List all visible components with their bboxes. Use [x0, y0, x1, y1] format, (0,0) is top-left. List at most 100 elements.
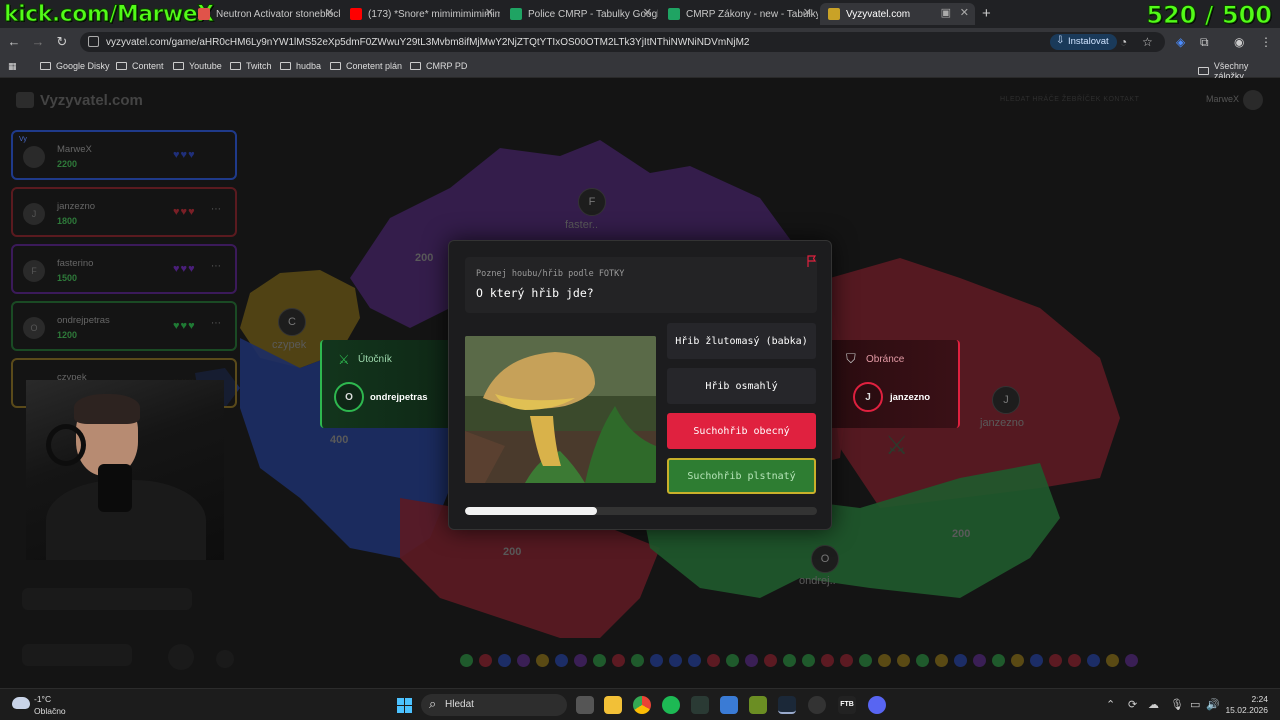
back-icon[interactable]: ←	[6, 34, 22, 49]
answer-button-2[interactable]: Hřib osmahlý	[667, 368, 816, 404]
volume-icon[interactable]: 🔊	[1206, 698, 1220, 711]
windows-start-icon[interactable]	[397, 698, 412, 713]
round-dot	[878, 654, 891, 667]
chrome-icon[interactable]	[633, 696, 651, 714]
tab-neutron[interactable]: Neutron Activator stoneblock 4 ✕	[190, 3, 340, 25]
round-dot	[479, 654, 492, 667]
file-explorer-icon[interactable]	[604, 696, 622, 714]
incognito-icon[interactable]: ◔	[1120, 35, 1127, 49]
answer-button-4[interactable]: Suchohřib plstnatý	[667, 458, 816, 494]
map-region-avatar[interactable]: F	[578, 188, 606, 216]
player-avatar	[23, 146, 45, 168]
bottom-control[interactable]	[22, 644, 132, 666]
chat-input-placeholder[interactable]	[22, 588, 192, 610]
excel-icon[interactable]	[691, 696, 709, 714]
tab-zakony-sheet[interactable]: CMRP Zákony - new - Tabulky G ✕	[660, 3, 818, 25]
reload-icon[interactable]: ↻	[54, 34, 70, 50]
profile-avatar-icon[interactable]: ◉	[1234, 35, 1244, 49]
site-info-icon[interactable]	[88, 36, 99, 47]
webcam-hair	[74, 394, 140, 424]
bookmark-cmrp-pd[interactable]: CMRP PD	[410, 61, 467, 71]
folder-icon	[280, 62, 291, 70]
player-score: 1200	[57, 330, 78, 340]
map-value-label: 400	[330, 434, 349, 446]
forward-icon[interactable]: →	[30, 34, 46, 49]
player-avatar: F	[23, 260, 45, 282]
url-field[interactable]: vyzyvatel.com/game/aHR0cHM6Ly9nYW1lMS52e…	[80, 32, 1165, 52]
more-icon[interactable]: ⋯	[211, 204, 221, 215]
defender-avatar: J	[853, 382, 883, 412]
tab-vyzyvatel[interactable]: Vyzyvatel.com ▣ ✕	[820, 3, 975, 25]
mute-icon[interactable]: ▣	[941, 6, 951, 19]
attacker-name: ondrejpetras	[370, 392, 428, 403]
player-score: 1800	[57, 216, 78, 226]
microphone-icon[interactable]: 🎙	[1170, 698, 1184, 711]
fivem-icon[interactable]: FTB	[838, 696, 856, 714]
network-icon[interactable]: ▭	[1190, 698, 1200, 711]
bookmark-label: Youtube	[189, 61, 222, 71]
tab-label: (173) *Snore* mimimimimimimi	[368, 8, 500, 20]
extensions-puzzle-icon[interactable]: ⧉	[1200, 35, 1209, 50]
answer-button-3[interactable]: Suchohřib obecný	[667, 413, 816, 449]
close-icon[interactable]: ✕	[325, 6, 334, 19]
tab-youtube[interactable]: (173) *Snore* mimimimimimimi ✕	[342, 3, 500, 25]
map-value-label: 200	[415, 252, 434, 264]
bookmark-content[interactable]: Content	[116, 61, 164, 71]
tray-overflow-icon[interactable]: ⌃	[1106, 698, 1115, 711]
map-region-owner: janzezno	[980, 417, 1025, 429]
bottom-round-button[interactable]	[168, 644, 194, 670]
task-view-icon[interactable]	[576, 696, 594, 714]
cloud-icon[interactable]	[12, 697, 30, 709]
taskbar-clock[interactable]: 2:24 15.02.2026	[1225, 694, 1268, 716]
menu-kebab-icon[interactable]: ⋮	[1260, 35, 1272, 49]
taskbar-search[interactable]: Hledat	[421, 694, 567, 716]
spotify-icon[interactable]	[662, 696, 680, 714]
discord-icon[interactable]	[868, 696, 886, 714]
bookmark-twitch[interactable]: Twitch	[230, 61, 272, 71]
player-hearts: ♥♥♥	[173, 206, 196, 218]
bookmark-youtube[interactable]: Youtube	[173, 61, 222, 71]
new-tab-icon[interactable]: +	[982, 5, 991, 22]
close-icon[interactable]: ✕	[485, 6, 494, 19]
round-dot	[916, 654, 929, 667]
more-icon[interactable]: ⋯	[211, 318, 221, 329]
answer-timer-fill	[465, 507, 597, 515]
bottom-round-button[interactable]	[216, 650, 234, 668]
more-icon[interactable]: ⋯	[211, 261, 221, 272]
round-dot	[1087, 654, 1100, 667]
close-icon[interactable]: ✕	[643, 6, 652, 19]
minecraft-icon[interactable]	[749, 696, 767, 714]
notepad-icon[interactable]	[720, 696, 738, 714]
round-dot	[802, 654, 815, 667]
steam-icon[interactable]	[778, 696, 796, 714]
answer-button-1[interactable]: Hřib žlutomasý (babka)	[667, 323, 816, 359]
close-icon[interactable]: ✕	[803, 6, 812, 19]
install-app-button[interactable]: Instalovat	[1050, 34, 1117, 50]
webcam-overlay	[26, 380, 224, 560]
report-flag-icon[interactable]	[807, 255, 817, 267]
map-region-owner: czypek	[272, 339, 307, 351]
player-card[interactable]: Vy MarweX 2200 ♥♥♥	[11, 130, 237, 180]
map-region-avatar[interactable]: J	[992, 386, 1020, 414]
extension-icon[interactable]: ◈	[1176, 35, 1185, 49]
player-hearts: ♥♥♥	[173, 320, 196, 332]
onedrive-icon[interactable]: ☁	[1148, 698, 1159, 711]
player-card[interactable]: J janzezno 1800 ♥♥♥ ⋯	[11, 187, 237, 237]
sheets-icon	[668, 8, 680, 20]
obs-icon[interactable]	[808, 696, 826, 714]
bookmark-label: Content	[132, 61, 164, 71]
player-card[interactable]: O ondrejpetras 1200 ♥♥♥ ⋯	[11, 301, 237, 351]
bookmark-hudba[interactable]: hudba	[280, 61, 321, 71]
map-region-avatar[interactable]: C	[278, 308, 306, 336]
weather-temperature[interactable]: -1°C	[34, 694, 51, 704]
bookmark-star-icon[interactable]: ☆	[1142, 35, 1153, 49]
weather-description[interactable]: Oblačno	[34, 706, 66, 716]
player-card[interactable]: F fasterino 1500 ♥♥♥ ⋯	[11, 244, 237, 294]
apps-grid-icon[interactable]: ▦	[8, 61, 17, 72]
tray-app-icon[interactable]: ⟳	[1128, 698, 1137, 711]
bookmark-conetent-plan[interactable]: Conetent plán	[330, 61, 402, 71]
map-region-avatar[interactable]: O	[811, 545, 839, 573]
tab-police-sheet[interactable]: Police CMRP - Tabulky Google ✕	[502, 3, 658, 25]
bookmark-google-disky[interactable]: Google Disky	[40, 61, 110, 71]
close-icon[interactable]: ✕	[960, 6, 969, 19]
